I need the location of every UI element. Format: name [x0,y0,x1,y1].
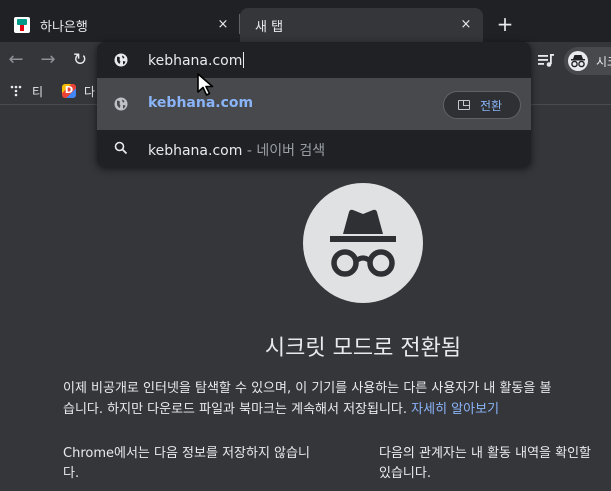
bookmark-item[interactable]: 티 [10,82,43,100]
switch-tab-icon [458,100,470,110]
incognito-description: 이제 비공개로 인터넷을 탐색할 수 있으며, 이 기기를 사용하는 다른 사용… [63,381,552,417]
not-saved-heading: Chrome에서는 다음 정보를 저장하지 않습니 다. [63,446,310,481]
incognito-icon [330,209,396,277]
bookmark-item[interactable]: D 다 [62,82,95,100]
tab-strip: 하나은행 × 새 탭 × + [0,0,611,42]
tab-close-icon[interactable]: × [215,17,231,33]
incognito-profile-chip[interactable]: 시크 [564,47,611,75]
media-control-icon[interactable] [536,50,556,70]
suggestion-switch-to-tab[interactable]: kebhana.com 전환 [97,78,531,130]
learn-more-link[interactable]: 자세히 알아보기 [411,402,499,417]
globe-icon [113,96,129,112]
tab-hana-bank[interactable]: 하나은행 × [0,8,240,42]
bookmark-label: 티 [32,84,44,99]
bookmark-label: 다 [84,84,96,99]
tab-new-tab[interactable]: 새 탭 × [240,8,483,42]
omnibox-input-row[interactable]: kebhana.com [97,42,531,78]
omnibox-dropdown: kebhana.com kebhana.com 전환 kebhana.com -… [97,42,531,167]
daum-icon: D [62,84,76,98]
mouse-cursor-icon [196,72,218,102]
suggestion-search[interactable]: kebhana.com - 네이버 검색 [97,130,531,167]
forward-arrow-icon[interactable]: → [38,50,58,70]
incognito-illustration [303,183,423,303]
text-caret [243,51,245,68]
incognito-avatar-icon [568,51,588,71]
new-tab-button[interactable]: + [494,13,516,35]
hana-bank-favicon-icon [14,17,30,33]
reload-icon[interactable]: ↻ [70,50,90,70]
profile-label: 시크 [596,54,611,69]
switch-to-tab-label: 전환 [480,98,503,113]
visible-to-heading: 다음의 관계자는 내 활동 내역을 확인할 있습니다. [379,446,592,481]
tab-title: 하나은행 [40,19,88,35]
tab-close-icon[interactable]: × [458,17,474,33]
back-arrow-icon[interactable]: ← [6,50,26,70]
search-icon [113,140,129,156]
switch-to-tab-button[interactable]: 전환 [443,91,521,119]
page-title: 시크릿 모드로 전환됨 [264,336,462,361]
search-suggestion-text: kebhana.com - 네이버 검색 [148,143,326,159]
omnibox-input[interactable]: kebhana.com [148,51,245,69]
tab-title: 새 탭 [255,19,284,35]
dots-app-icon [10,84,24,98]
globe-icon [113,52,129,68]
